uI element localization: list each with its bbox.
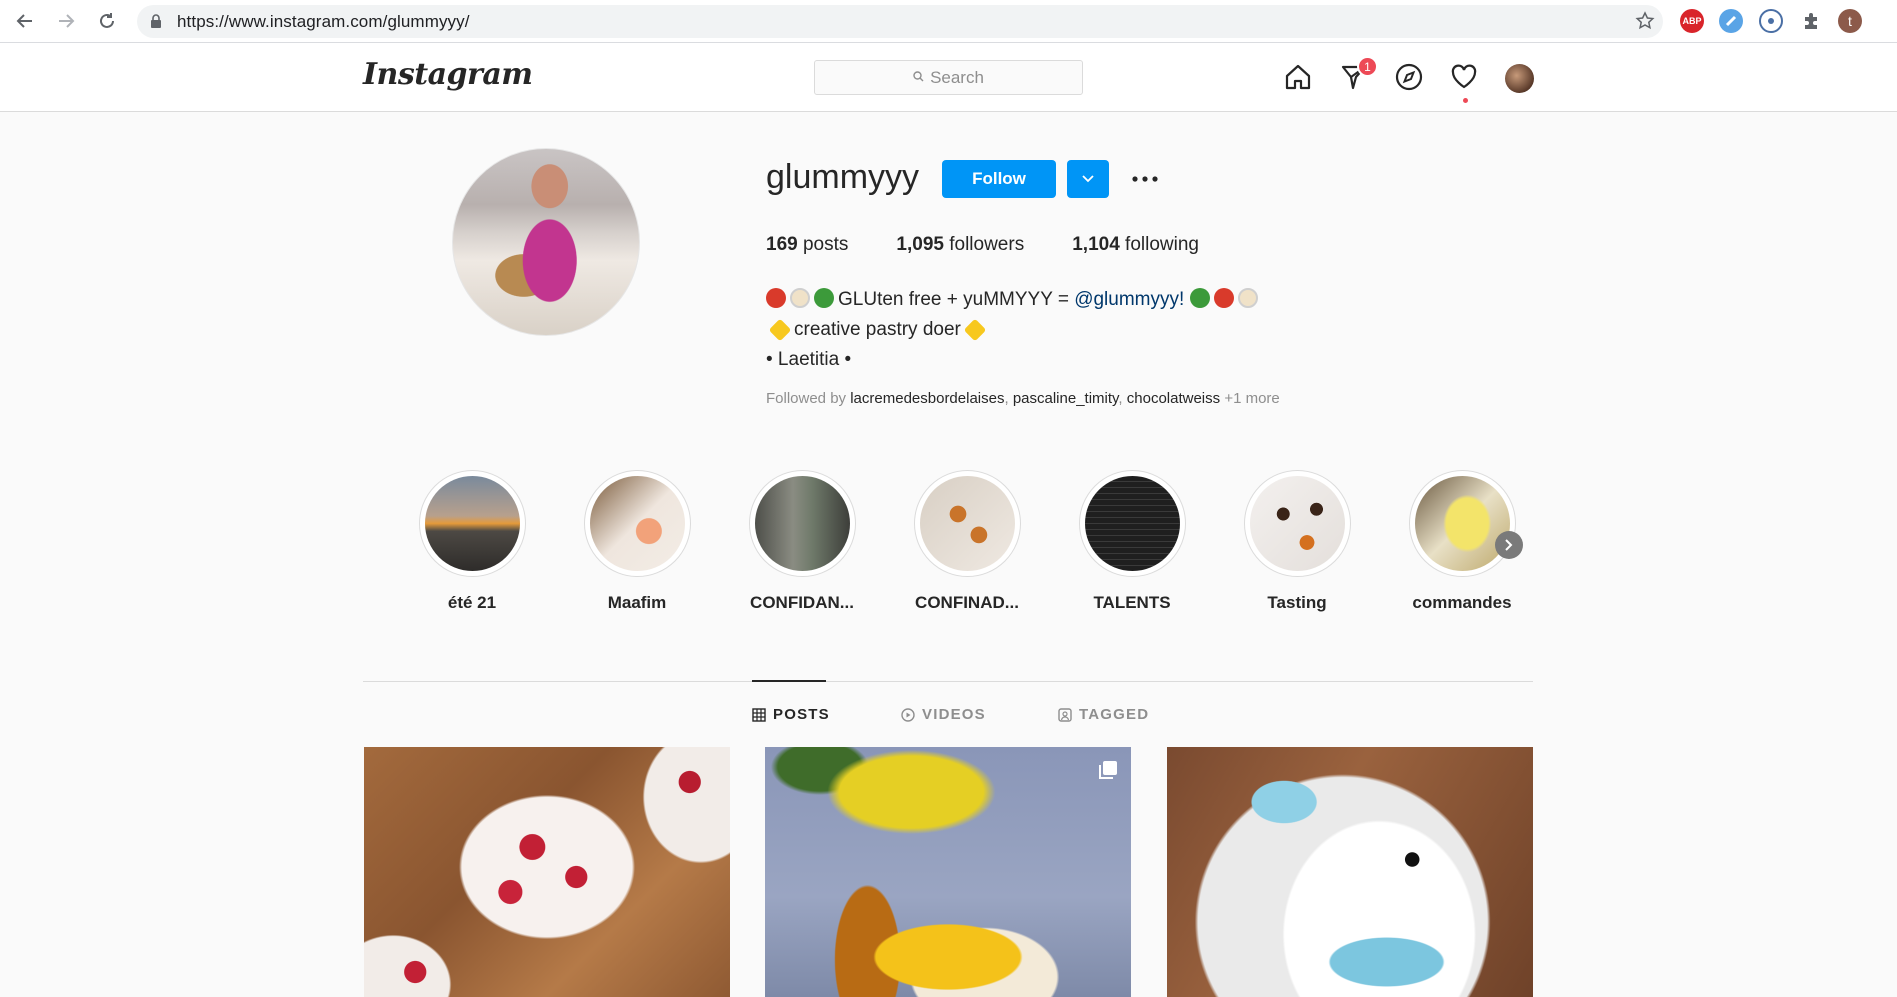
highlight-label: été 21 bbox=[447, 593, 497, 612]
bio-mention-link[interactable]: @glummyyy! bbox=[1074, 289, 1184, 310]
highlight-item[interactable]: TALENTS bbox=[1077, 470, 1187, 613]
highlight-item[interactable]: CONFIDAN... bbox=[747, 470, 857, 613]
password-extension-icon[interactable] bbox=[1759, 9, 1783, 33]
back-arrow-icon bbox=[16, 14, 32, 28]
reload-icon bbox=[100, 13, 114, 28]
chef-emoji-icon bbox=[1237, 288, 1258, 308]
strawberry-emoji-icon bbox=[766, 288, 786, 308]
highlight-cover bbox=[754, 476, 850, 571]
tab-posts[interactable]: POSTS bbox=[752, 706, 830, 723]
highlight-label: Maafim bbox=[607, 593, 667, 612]
highlight-cover bbox=[1414, 476, 1510, 571]
clover-emoji-icon bbox=[814, 288, 834, 308]
tag-person-icon bbox=[1058, 707, 1072, 722]
highlight-item[interactable]: été 21 bbox=[417, 470, 527, 613]
strawberry-emoji-icon bbox=[1213, 288, 1234, 308]
grid-icon bbox=[752, 707, 766, 722]
suggested-accounts-button[interactable] bbox=[1067, 160, 1109, 198]
adblock-extension-icon[interactable]: ABP bbox=[1680, 9, 1704, 33]
chevron-down-icon bbox=[1082, 175, 1094, 183]
activity-heart-icon[interactable] bbox=[1447, 60, 1481, 94]
forward-button[interactable] bbox=[53, 8, 79, 34]
highlight-label: TALENTS bbox=[1093, 593, 1171, 612]
search-placeholder: Search bbox=[930, 67, 984, 87]
highlight-cover bbox=[424, 476, 520, 571]
highlight-item[interactable]: Maafim bbox=[582, 470, 692, 613]
follower-account-link[interactable]: pascaline_timity bbox=[1013, 390, 1119, 407]
instagram-header: Instagram Search 1 bbox=[0, 43, 1897, 112]
post-thumbnail[interactable] bbox=[765, 747, 1131, 997]
search-icon bbox=[913, 70, 924, 85]
profile-username: glummyyy bbox=[766, 158, 920, 196]
highlight-cover bbox=[919, 476, 1015, 571]
lock-icon bbox=[151, 14, 161, 28]
direct-messages-icon[interactable]: 1 bbox=[1337, 56, 1378, 94]
highlight-cover bbox=[589, 476, 685, 571]
profile-picture[interactable] bbox=[452, 148, 640, 336]
tab-tagged[interactable]: TAGGED bbox=[1058, 706, 1149, 723]
post-thumbnail[interactable] bbox=[364, 747, 730, 997]
search-input[interactable]: Search bbox=[814, 60, 1083, 95]
back-button[interactable] bbox=[12, 8, 38, 34]
browser-toolbar: https://www.instagram.com/glummyyy/ ABP … bbox=[0, 0, 1897, 43]
follower-account-link[interactable]: lacremedesbordelaises bbox=[850, 390, 1004, 407]
instagram-logo[interactable]: Instagram bbox=[363, 57, 533, 92]
star-emoji-icon bbox=[768, 318, 792, 342]
following-stat[interactable]: 1,104 following bbox=[1072, 234, 1199, 256]
more-dots-icon bbox=[1132, 176, 1158, 182]
carousel-icon bbox=[1099, 761, 1117, 779]
reload-button[interactable] bbox=[94, 8, 120, 34]
follow-button[interactable]: Follow bbox=[942, 160, 1056, 198]
activity-notification-dot bbox=[1463, 98, 1468, 103]
highlight-cover bbox=[1249, 476, 1345, 571]
bookmark-star-icon[interactable] bbox=[1635, 11, 1655, 31]
chevron-right-icon bbox=[1505, 539, 1513, 551]
bio-line-1: GLUten free + yuMMYYY = @glummyyy! bbox=[766, 285, 1262, 315]
highlight-label: Tasting bbox=[1267, 593, 1327, 612]
profile-bio: GLUten free + yuMMYYY = @glummyyy! creat… bbox=[766, 285, 1262, 375]
video-play-icon bbox=[901, 707, 915, 722]
tab-videos[interactable]: VIDEOS bbox=[901, 706, 986, 723]
posts-stat: 169 posts bbox=[766, 234, 849, 255]
highlight-label: commandes bbox=[1412, 593, 1512, 612]
active-tab-indicator bbox=[752, 680, 826, 682]
messages-badge: 1 bbox=[1357, 56, 1378, 77]
followed-by-text[interactable]: Followed by lacremedesbordelaises, pasca… bbox=[766, 390, 1280, 407]
highlight-label: CONFIDAN... bbox=[750, 593, 854, 612]
profile-stats: 169 posts 1,095 followers 1,104 followin… bbox=[766, 234, 1247, 256]
explore-compass-icon[interactable] bbox=[1392, 60, 1426, 94]
url-text: https://www.instagram.com/glummyyy/ bbox=[177, 12, 470, 31]
followers-stat[interactable]: 1,095 followers bbox=[896, 234, 1024, 256]
options-button[interactable] bbox=[1128, 164, 1162, 194]
post-thumbnail[interactable] bbox=[1167, 747, 1533, 997]
forward-arrow-icon bbox=[59, 14, 75, 28]
browser-profile-avatar[interactable]: t bbox=[1838, 9, 1862, 33]
bio-line-3: • Laetitia • bbox=[766, 349, 852, 370]
follower-account-link[interactable]: chocolatweiss bbox=[1127, 390, 1220, 407]
highlight-item[interactable]: CONFINAD... bbox=[912, 470, 1022, 613]
tabs-divider bbox=[363, 681, 1533, 682]
highlights-next-button[interactable] bbox=[1495, 531, 1523, 559]
chef-emoji-icon bbox=[790, 288, 810, 308]
clover-emoji-icon bbox=[1189, 288, 1210, 308]
address-bar[interactable]: https://www.instagram.com/glummyyy/ bbox=[137, 5, 1663, 38]
highlight-item[interactable]: Tasting bbox=[1242, 470, 1352, 613]
bio-line-2: creative pastry doer bbox=[766, 315, 1262, 345]
own-profile-avatar[interactable] bbox=[1505, 64, 1534, 93]
highlight-label: CONFINAD... bbox=[915, 593, 1019, 612]
highlight-cover bbox=[1084, 476, 1180, 571]
compass-extension-icon[interactable] bbox=[1719, 9, 1743, 33]
extensions-puzzle-icon[interactable] bbox=[1799, 9, 1823, 33]
home-icon[interactable] bbox=[1281, 60, 1315, 94]
star-emoji-icon bbox=[963, 318, 987, 342]
